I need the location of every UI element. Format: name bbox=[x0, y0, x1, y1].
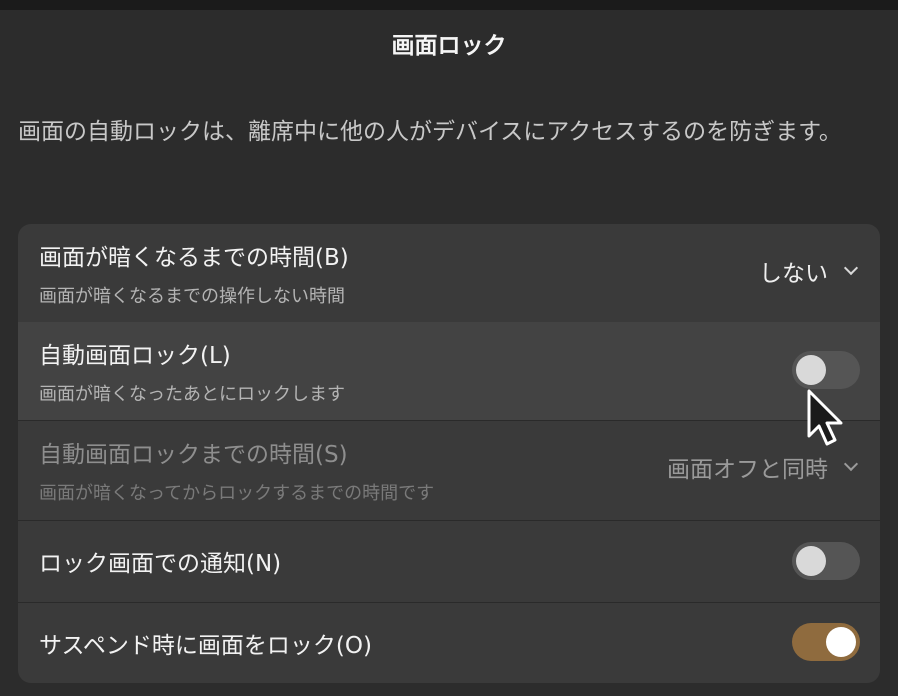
lock-notifications-row[interactable]: ロック画面での通知(N) bbox=[18, 520, 880, 603]
mouse-cursor-icon bbox=[806, 389, 846, 451]
switch-knob bbox=[796, 546, 826, 576]
blank-delay-value: しない bbox=[759, 261, 828, 287]
page-description: 画面の自動ロックは、離席中に他の人がデバイスにアクセスするのを防ぎます。 bbox=[18, 119, 842, 145]
switch-knob bbox=[796, 355, 826, 385]
blank-delay-row[interactable]: 画面が暗くなるまでの時間(B) 画面が暗くなるまでの操作しない時間 しない bbox=[18, 224, 880, 323]
lock-delay-row[interactable]: 自動画面ロックまでの時間(S) 画面が暗くなってからロックするまでの時間です 画… bbox=[18, 420, 880, 521]
lock-delay-title: 自動画面ロックまでの時間(S) bbox=[39, 442, 348, 468]
auto-lock-switch[interactable] bbox=[792, 351, 860, 389]
window-top-edge bbox=[0, 0, 898, 10]
blank-delay-subtitle: 画面が暗くなるまでの操作しない時間 bbox=[39, 286, 345, 307]
auto-lock-subtitle: 画面が暗くなったあとにロックします bbox=[39, 384, 345, 405]
blank-delay-title: 画面が暗くなるまでの時間(B) bbox=[39, 245, 349, 271]
lock-delay-subtitle: 画面が暗くなってからロックするまでの時間です bbox=[39, 483, 435, 504]
lock-on-suspend-row[interactable]: サスペンド時に画面をロック(O) bbox=[18, 602, 880, 683]
lock-on-suspend-switch[interactable] bbox=[792, 623, 860, 661]
lock-delay-dropdown[interactable]: 画面オフと同時 bbox=[667, 452, 859, 483]
auto-lock-row[interactable]: 自動画面ロック(L) 画面が暗くなったあとにロックします bbox=[18, 322, 880, 421]
page-title: 画面ロック bbox=[391, 33, 507, 59]
auto-lock-title: 自動画面ロック(L) bbox=[39, 343, 231, 369]
chevron-down-icon bbox=[843, 260, 859, 276]
settings-card: 画面が暗くなるまでの時間(B) 画面が暗くなるまでの操作しない時間 しない 自動… bbox=[18, 224, 880, 683]
lock-on-suspend-title: サスペンド時に画面をロック(O) bbox=[39, 633, 372, 659]
lock-notifications-switch[interactable] bbox=[792, 542, 860, 580]
lock-notifications-title: ロック画面での通知(N) bbox=[39, 551, 282, 577]
switch-knob bbox=[826, 627, 856, 657]
lock-delay-value: 画面オフと同時 bbox=[667, 457, 828, 483]
blank-delay-dropdown[interactable]: しない bbox=[759, 256, 859, 287]
chevron-down-icon bbox=[843, 456, 859, 472]
